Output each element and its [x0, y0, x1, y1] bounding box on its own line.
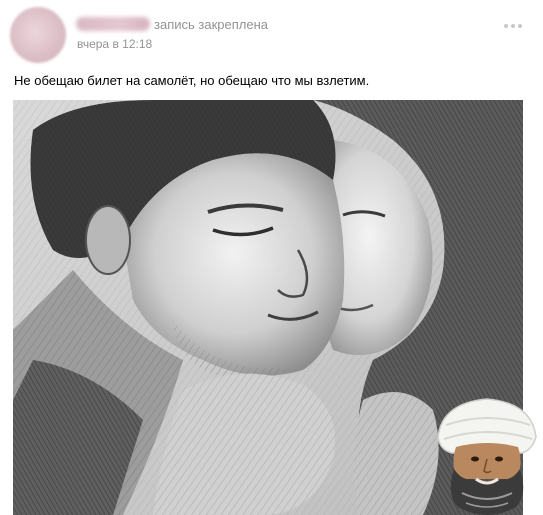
post-text: Не обещаю билет на самолёт, но обещаю чт…	[14, 73, 370, 88]
pinned-label: запись закреплена	[154, 17, 268, 32]
author-avatar[interactable]	[10, 7, 66, 63]
author-name-redacted[interactable]	[76, 17, 150, 31]
bearded-man-sticker	[437, 398, 537, 515]
more-options-button[interactable]	[500, 16, 526, 36]
more-horizontal-icon	[504, 24, 522, 28]
post-timestamp[interactable]: вчера в 12:18	[77, 37, 152, 52]
wall-post: запись закреплена вчера в 12:18 Не обеща…	[0, 0, 543, 515]
